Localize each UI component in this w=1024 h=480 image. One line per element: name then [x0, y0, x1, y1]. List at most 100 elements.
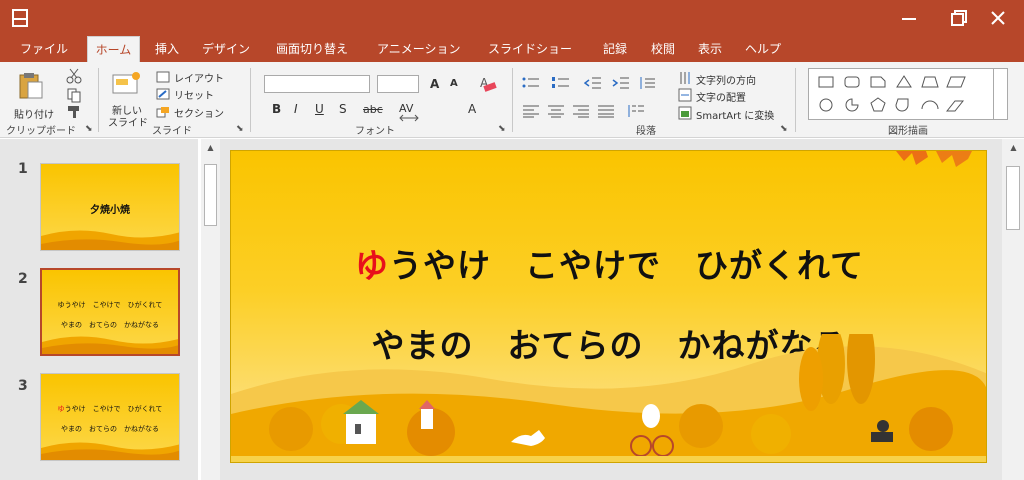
scroll-up-icon[interactable]: ▲ — [202, 139, 219, 156]
tab-animations[interactable]: アニメーション — [377, 36, 461, 62]
font-size-select[interactable] — [377, 75, 419, 93]
editor-scroll-thumb[interactable] — [1006, 166, 1020, 230]
layout-icon — [156, 71, 170, 83]
app-icon[interactable] — [10, 8, 30, 28]
align-right-icon[interactable] — [572, 104, 590, 118]
group-divider — [512, 68, 513, 132]
slide-thumbnail-1[interactable]: 夕焼小焼 — [40, 163, 180, 251]
paste-button[interactable]: 貼り付け — [10, 68, 54, 121]
ribbon-tab-bar: ファイル ホーム 挿入 デザイン 画面切り替え アニメーション スライドショー … — [0, 36, 1024, 63]
underline-button[interactable]: U — [315, 102, 324, 116]
editor-scroll-up-icon[interactable]: ▲ — [1005, 139, 1022, 156]
line-spacing-icon[interactable] — [638, 76, 656, 90]
copy-icon[interactable] — [66, 87, 82, 103]
shadow-button[interactable]: S — [339, 102, 347, 116]
text-direction-label: 文字列の方向 — [696, 76, 756, 87]
thumbnail-3-line-2: やまの おてらの かねがなる — [61, 425, 159, 433]
minimize-icon — [902, 18, 916, 20]
tab-insert[interactable]: 挿入 — [155, 36, 179, 62]
eraser-icon — [483, 82, 497, 92]
shapes-gallery-scroll[interactable] — [993, 69, 1007, 119]
maple-leaves-image — [896, 151, 972, 167]
align-text-icon — [678, 88, 692, 102]
tab-view[interactable]: 表示 — [698, 36, 722, 62]
bold-button[interactable]: B — [272, 102, 281, 116]
group-divider — [98, 68, 99, 132]
clear-format-button[interactable]: A — [474, 72, 500, 96]
autumn-landscape-image — [42, 336, 178, 354]
highlighted-character: ゆ — [354, 246, 389, 285]
text-direction-icon — [680, 72, 690, 84]
slide-thumbnail-3[interactable]: ゆうやけ こやけで ひがくれて やまの おてらの かねがなる — [40, 373, 180, 461]
slide-text-line-1-rest: うやけ こやけで ひがくれて — [388, 246, 864, 285]
thumbnail-3-red-char: ゆ — [57, 405, 65, 413]
section-label: セクション — [174, 109, 224, 120]
tab-home[interactable]: ホーム — [87, 36, 140, 63]
ribbon: 貼り付け クリップボード ⬊ 新しい スライド レイアウト リセット セクション… — [0, 62, 1024, 138]
columns-icon[interactable] — [628, 104, 646, 118]
thumbnails-scroll-thumb[interactable] — [204, 164, 217, 226]
tab-transitions[interactable]: 画面切り替え — [276, 36, 348, 62]
tab-record[interactable]: 記録 — [603, 36, 627, 62]
slide-thumbnails-panel[interactable]: 1 夕焼小焼 2 ゆうやけ こやけで ひがくれて やまの おてらの かねがなる … — [0, 139, 198, 480]
autumn-landscape-image — [41, 230, 179, 250]
slides-launcher-icon[interactable]: ⬊ — [236, 124, 244, 134]
increase-indent-icon[interactable] — [612, 76, 630, 90]
current-slide[interactable]: ゆうやけ こやけで ひがくれて やまの おてらの かねがなる — [230, 150, 987, 463]
font-color-button[interactable]: A — [468, 102, 476, 116]
cut-icon[interactable] — [66, 68, 82, 84]
grow-font-button[interactable]: A — [430, 77, 439, 91]
tab-file[interactable]: ファイル — [20, 36, 68, 62]
numbering-icon[interactable] — [552, 76, 570, 90]
paragraph-group-label: 段落 — [636, 126, 656, 137]
minimize-button[interactable] — [886, 0, 932, 36]
close-button[interactable] — [975, 0, 1021, 36]
new-slide-icon — [112, 72, 140, 94]
tab-slideshow[interactable]: スライドショー — [488, 36, 572, 62]
shapes-gallery[interactable] — [808, 68, 1008, 120]
tab-design[interactable]: デザイン — [202, 36, 250, 62]
strikethrough-button[interactable]: abc — [363, 103, 383, 116]
slide-text-line-1[interactable]: ゆうやけ こやけで ひがくれて — [231, 239, 986, 287]
italic-button[interactable]: I — [294, 102, 298, 116]
tab-help[interactable]: ヘルプ — [745, 36, 781, 62]
section-button[interactable]: セクション — [156, 105, 236, 120]
decrease-indent-icon[interactable] — [584, 76, 602, 90]
paste-icon — [19, 73, 43, 99]
autumn-landscape-image — [41, 442, 179, 460]
text-direction-button[interactable]: 文字列の方向 — [678, 71, 778, 87]
align-left-icon[interactable] — [522, 104, 540, 118]
drawing-group-label: 図形描画 — [888, 126, 928, 137]
paste-label: 貼り付け — [14, 110, 54, 121]
autumn-landscape-image — [231, 334, 986, 462]
align-center-icon[interactable] — [547, 104, 565, 118]
font-name-select[interactable] — [264, 75, 370, 93]
editor-scrollbar[interactable]: ▲ — [1002, 139, 1024, 480]
shrink-font-button[interactable]: A — [450, 78, 458, 89]
new-slide-button[interactable]: 新しい スライド — [104, 68, 150, 129]
char-spacing-button[interactable]: AV — [398, 100, 420, 122]
bullets-icon[interactable] — [522, 76, 540, 90]
smartart-button[interactable]: SmartArt に変換 — [678, 106, 784, 122]
tab-review[interactable]: 校閲 — [651, 36, 675, 62]
align-text-button[interactable]: 文字の配置 — [678, 88, 778, 104]
slide-number-2: 2 — [18, 271, 28, 287]
reset-label: リセット — [174, 91, 214, 102]
slide-number-1: 1 — [18, 161, 28, 177]
slide-thumbnail-2[interactable]: ゆうやけ こやけで ひがくれて やまの おてらの かねがなる — [40, 268, 180, 356]
format-painter-icon[interactable] — [66, 105, 82, 119]
smartart-label: SmartArt に変換 — [696, 111, 775, 122]
close-icon — [991, 11, 1005, 25]
layout-button[interactable]: レイアウト — [156, 70, 236, 85]
paragraph-launcher-icon[interactable]: ⬊ — [780, 124, 788, 134]
thumbnail-2-line-1: ゆうやけ こやけで ひがくれて — [57, 301, 163, 309]
clipboard-launcher-icon[interactable]: ⬊ — [85, 124, 93, 134]
shapes-gallery-icons — [818, 75, 966, 112]
clipboard-group-label: クリップボード — [6, 126, 76, 137]
font-launcher-icon[interactable]: ⬊ — [498, 124, 506, 134]
thumbnail-1-title: 夕焼小焼 — [90, 205, 130, 216]
thumbnails-scrollbar[interactable]: ▲ — [201, 139, 220, 480]
reset-button[interactable]: リセット — [156, 87, 236, 102]
justify-icon[interactable] — [597, 104, 615, 118]
align-text-label: 文字の配置 — [696, 93, 746, 104]
